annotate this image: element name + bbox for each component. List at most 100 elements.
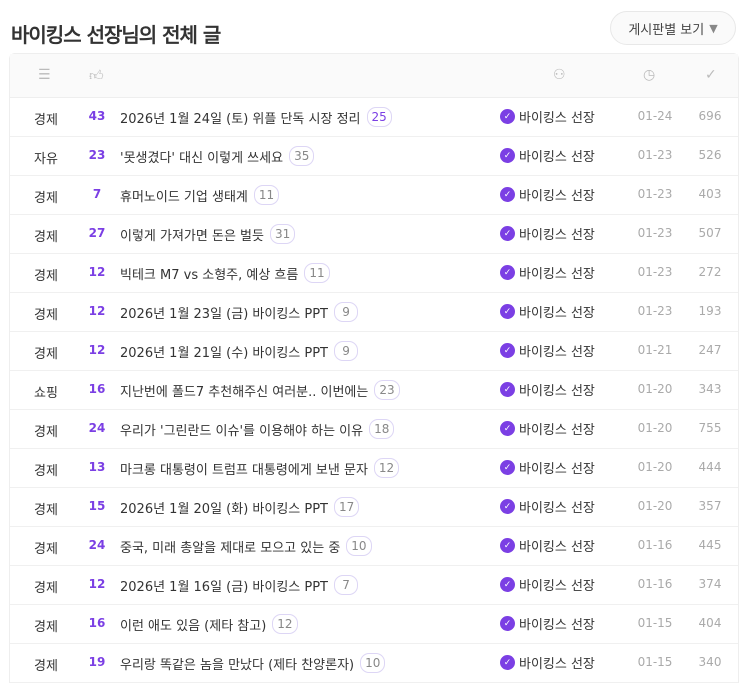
post-title[interactable]: 2026년 1월 21일 (수) 바이킹스 PPT bbox=[120, 342, 328, 361]
post-category[interactable]: 경제 bbox=[10, 226, 82, 245]
table-row[interactable]: 경제 12 2026년 1월 16일 (금) 바이킹스 PPT 7 ✓ 바이킹스 선… bbox=[10, 566, 738, 605]
post-title[interactable]: 2026년 1월 23일 (금) 바이킹스 PPT bbox=[120, 303, 328, 322]
post-author[interactable]: 바이킹스 선장 bbox=[519, 107, 595, 126]
comment-count[interactable]: 12 bbox=[373, 458, 400, 478]
clock-icon[interactable]: ◷ bbox=[643, 67, 655, 83]
table-row[interactable]: 경제 24 우리가 '그린란드 이슈'를 이용해야 하는 이유 18 ✓ 바이킹스 … bbox=[10, 410, 738, 449]
post-author[interactable]: 바이킹스 선장 bbox=[519, 263, 595, 282]
post-author[interactable]: 바이킹스 선장 bbox=[519, 653, 595, 672]
table-row[interactable]: 경제 19 우리랑 똑같은 놈을 만났다 (제타 찬양론자) 10 ✓ 바이킹스 선… bbox=[10, 644, 738, 683]
post-title[interactable]: 우리랑 똑같은 놈을 만났다 (제타 찬양론자) bbox=[120, 654, 354, 673]
post-title[interactable]: 이렇게 가져가면 돈은 벌듯 bbox=[120, 225, 264, 244]
post-author[interactable]: 바이킹스 선장 bbox=[519, 341, 595, 360]
post-category[interactable]: 쇼핑 bbox=[10, 382, 82, 401]
post-views: 193 bbox=[698, 304, 722, 318]
post-title[interactable]: 2026년 1월 20일 (화) 바이킹스 PPT bbox=[120, 498, 328, 517]
post-category[interactable]: 경제 bbox=[10, 616, 82, 635]
post-category[interactable]: 경제 bbox=[10, 577, 82, 596]
post-category[interactable]: 경제 bbox=[10, 187, 82, 206]
comment-count[interactable]: 31 bbox=[269, 224, 296, 244]
verified-badge-icon: ✓ bbox=[500, 148, 515, 163]
post-title[interactable]: 지난번에 폴드7 추천해주신 여러분.. 이번에는 bbox=[120, 381, 368, 400]
post-author[interactable]: 바이킹스 선장 bbox=[519, 380, 595, 399]
table-row[interactable]: 경제 12 빅테크 M7 vs 소형주, 예상 흐름 11 ✓ 바이킹스 선장 01… bbox=[10, 254, 738, 293]
comment-count[interactable]: 10 bbox=[346, 536, 372, 556]
post-likes: 13 bbox=[88, 460, 106, 474]
post-title[interactable]: 마크롱 대통령이 트럼프 대통령에게 보낸 문자 bbox=[120, 459, 368, 478]
post-category[interactable]: 경제 bbox=[10, 655, 82, 674]
post-author[interactable]: 바이킹스 선장 bbox=[519, 536, 595, 555]
table-row[interactable]: 경제 12 2026년 1월 21일 (수) 바이킹스 PPT 9 ✓ 바이킹스 선… bbox=[10, 332, 738, 371]
post-date: 01-23 bbox=[637, 226, 673, 240]
post-title[interactable]: '못생겼다' 대신 이렇게 쓰세요 bbox=[120, 147, 283, 166]
post-category[interactable]: 경제 bbox=[10, 343, 82, 362]
post-category[interactable]: 자유 bbox=[10, 148, 82, 167]
post-date: 01-23 bbox=[637, 304, 673, 318]
table-row[interactable]: 자유 23 '못생겼다' 대신 이렇게 쓰세요 35 ✓ 바이킹스 선장 01-23… bbox=[10, 137, 738, 176]
post-category[interactable]: 경제 bbox=[10, 460, 82, 479]
comment-count[interactable]: 10 bbox=[360, 653, 386, 673]
post-views: 357 bbox=[698, 499, 722, 513]
post-title[interactable]: 중국, 미래 총알을 제대로 모으고 있는 중 bbox=[120, 537, 340, 556]
comment-count[interactable]: 11 bbox=[253, 185, 280, 205]
table-row[interactable]: 경제 12 2026년 1월 23일 (금) 바이킹스 PPT 9 ✓ 바이킹스 선… bbox=[10, 293, 738, 332]
table-row[interactable]: 경제 27 이렇게 가져가면 돈은 벌듯 31 ✓ 바이킹스 선장 01-23 50… bbox=[10, 215, 738, 254]
post-views: 507 bbox=[698, 226, 722, 240]
verified-badge-icon: ✓ bbox=[500, 343, 515, 358]
post-author[interactable]: 바이킹스 선장 bbox=[519, 146, 595, 165]
post-title[interactable]: 빅테크 M7 vs 소형주, 예상 흐름 bbox=[120, 264, 298, 283]
post-date: 01-20 bbox=[637, 382, 673, 396]
table-row[interactable]: 경제 16 이런 애도 있음 (제타 참고) 12 ✓ 바이킹스 선장 01-15 … bbox=[10, 605, 738, 644]
post-title[interactable]: 이런 애도 있음 (제타 참고) bbox=[120, 615, 266, 634]
comment-count[interactable]: 11 bbox=[304, 263, 330, 283]
post-category[interactable]: 경제 bbox=[10, 538, 82, 557]
comment-count[interactable]: 9 bbox=[334, 341, 359, 361]
post-views: 272 bbox=[698, 265, 722, 279]
post-category[interactable]: 경제 bbox=[10, 421, 82, 440]
table-row[interactable]: 경제 15 2026년 1월 20일 (화) 바이킹스 PPT 17 ✓ 바이킹스 … bbox=[10, 488, 738, 527]
post-author[interactable]: 바이킹스 선장 bbox=[519, 497, 595, 516]
comment-count[interactable]: 9 bbox=[334, 302, 359, 322]
verified-badge-icon: ✓ bbox=[500, 538, 515, 553]
table-row[interactable]: 경제 43 2026년 1월 24일 (토) 위플 단독 시장 정리 25 ✓ 바이… bbox=[10, 98, 738, 137]
post-views: 444 bbox=[698, 460, 722, 474]
comment-count[interactable]: 17 bbox=[334, 497, 360, 517]
post-likes: 12 bbox=[88, 265, 106, 279]
page-title: 바이킹스 선장님의 전체 글 bbox=[11, 23, 221, 47]
caret-down-icon: ▼ bbox=[709, 21, 718, 35]
table-row[interactable]: 쇼핑 16 지난번에 폴드7 추천해주신 여러분.. 이번에는 23 ✓ 바이킹스 … bbox=[10, 371, 738, 410]
post-author[interactable]: 바이킹스 선장 bbox=[519, 419, 595, 438]
thumbs-up-icon[interactable]: 👍︎ bbox=[89, 67, 104, 84]
post-likes: 24 bbox=[88, 538, 106, 552]
table-row[interactable]: 경제 7 휴머노이드 기업 생태계 11 ✓ 바이킹스 선장 01-23 403 bbox=[10, 176, 738, 215]
post-author[interactable]: 바이킹스 선장 bbox=[519, 185, 595, 204]
comment-count[interactable]: 18 bbox=[369, 419, 395, 439]
filter-icon[interactable]: ☰ bbox=[38, 67, 51, 83]
comment-count[interactable]: 35 bbox=[289, 146, 315, 166]
post-views: 404 bbox=[698, 616, 722, 630]
post-date: 01-16 bbox=[637, 577, 673, 591]
comment-count[interactable]: 23 bbox=[374, 380, 400, 400]
comment-count[interactable]: 7 bbox=[334, 575, 359, 595]
post-title[interactable]: 2026년 1월 24일 (토) 위플 단독 시장 정리 bbox=[120, 108, 361, 127]
check-icon[interactable]: ✓ bbox=[705, 67, 717, 83]
post-category[interactable]: 경제 bbox=[10, 499, 82, 518]
post-category[interactable]: 경제 bbox=[10, 304, 82, 323]
post-title[interactable]: 휴머노이드 기업 생태계 bbox=[120, 186, 248, 205]
post-category[interactable]: 경제 bbox=[10, 265, 82, 284]
comment-count[interactable]: 12 bbox=[272, 614, 298, 634]
post-author[interactable]: 바이킹스 선장 bbox=[519, 458, 595, 477]
verified-badge-icon: ✓ bbox=[500, 265, 515, 280]
post-likes: 27 bbox=[88, 226, 106, 240]
post-author[interactable]: 바이킹스 선장 bbox=[519, 302, 595, 321]
post-author[interactable]: 바이킹스 선장 bbox=[519, 224, 595, 243]
post-title[interactable]: 우리가 '그린란드 이슈'를 이용해야 하는 이유 bbox=[120, 420, 363, 439]
comment-count[interactable]: 25 bbox=[366, 107, 392, 127]
post-author[interactable]: 바이킹스 선장 bbox=[519, 575, 595, 594]
view-by-board-button[interactable]: 게시판별 보기 ▼ bbox=[610, 11, 736, 45]
post-category[interactable]: 경제 bbox=[10, 109, 82, 128]
post-author[interactable]: 바이킹스 선장 bbox=[519, 614, 595, 633]
table-row[interactable]: 경제 13 마크롱 대통령이 트럼프 대통령에게 보낸 문자 12 ✓ 바이킹스 선… bbox=[10, 449, 738, 488]
post-title[interactable]: 2026년 1월 16일 (금) 바이킹스 PPT bbox=[120, 576, 328, 595]
table-row[interactable]: 경제 24 중국, 미래 총알을 제대로 모으고 있는 중 10 ✓ 바이킹스 선장… bbox=[10, 527, 738, 566]
